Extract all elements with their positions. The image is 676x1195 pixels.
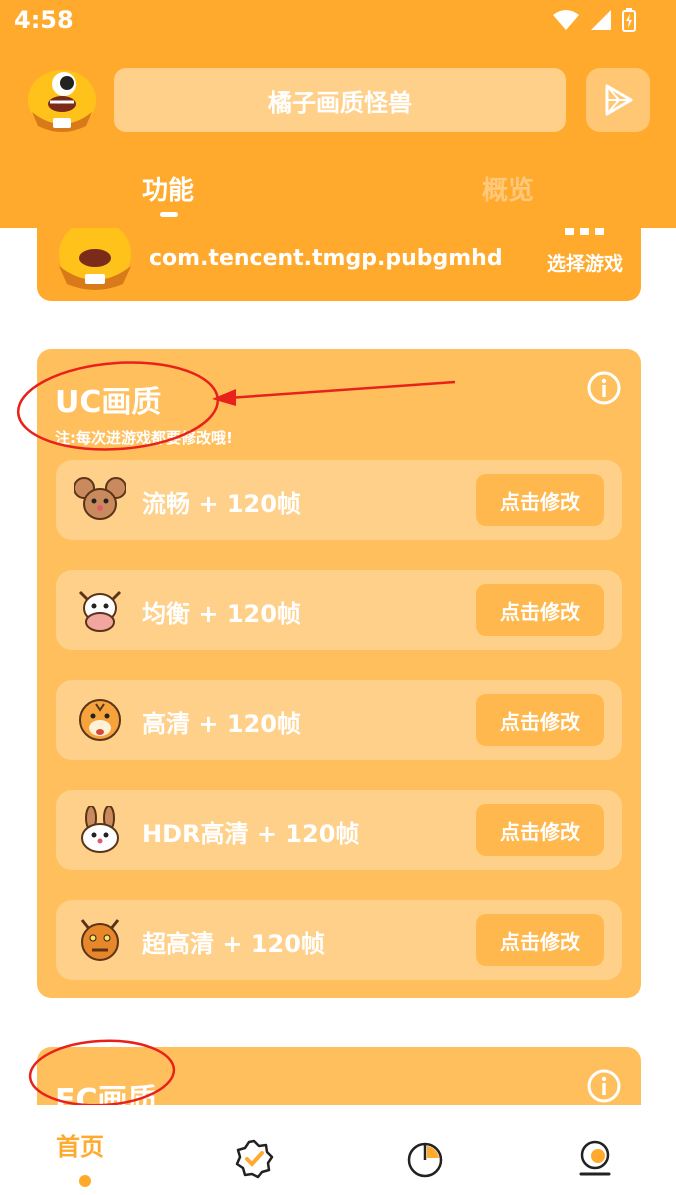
- cow-icon: [78, 590, 122, 632]
- nav-home[interactable]: 首页: [56, 1127, 104, 1162]
- status-icons: [552, 8, 636, 32]
- quality-option-balanced: 均衡 + 120帧 点击修改: [56, 570, 622, 650]
- app-avatar[interactable]: [26, 66, 98, 134]
- quality-option-smooth: 流畅 + 120帧 点击修改: [56, 460, 622, 540]
- tab-features[interactable]: 功能: [142, 170, 194, 207]
- option-label: 流畅 + 120帧: [142, 490, 301, 518]
- status-time: 4:58: [14, 6, 74, 34]
- uc-card-note: 注:每次进游戏都要修改哦!: [55, 429, 233, 447]
- modify-button-hdr[interactable]: 点击修改: [476, 804, 604, 856]
- battery-icon: [622, 8, 636, 32]
- bottom-navigation: 首页: [0, 1105, 676, 1195]
- info-icon[interactable]: [587, 1069, 621, 1103]
- game-package-name: com.tencent.tmgp.pubgmhd: [149, 246, 503, 271]
- quality-option-hdr: HDR高清 + 120帧 点击修改: [56, 790, 622, 870]
- option-label: 均衡 + 120帧: [142, 600, 301, 628]
- modify-button-ultra[interactable]: 点击修改: [476, 914, 604, 966]
- play-button[interactable]: [586, 68, 650, 132]
- nav-pie-chart-icon[interactable]: [405, 1139, 445, 1179]
- wifi-icon: [553, 10, 579, 30]
- modify-button-smooth[interactable]: 点击修改: [476, 474, 604, 526]
- dragon-icon: [80, 919, 120, 961]
- tab-indicator: [160, 212, 178, 217]
- nav-profile-icon[interactable]: [575, 1139, 615, 1179]
- modify-button-balanced[interactable]: 点击修改: [476, 584, 604, 636]
- tiger-icon: [79, 699, 121, 741]
- nav-badge-check-icon[interactable]: [234, 1139, 274, 1179]
- nav-active-dot: [79, 1175, 91, 1187]
- app-header: 4:58 橘子画质怪兽 功能 概览: [0, 0, 676, 228]
- app-title-bar[interactable]: 橘子画质怪兽: [114, 68, 566, 132]
- select-game-label: 选择游戏: [546, 253, 623, 275]
- uc-quality-card: UC画质 注:每次进游戏都要修改哦! 流畅 + 120帧 点击修改 均衡 + 1…: [37, 349, 641, 998]
- select-game-button[interactable]: 选择游戏: [547, 226, 623, 276]
- signal-icon: [591, 10, 611, 30]
- option-label: 高清 + 120帧: [142, 710, 301, 738]
- mouse-icon: [74, 477, 126, 520]
- option-label: HDR高清 + 120帧: [142, 820, 360, 848]
- rabbit-icon: [81, 806, 119, 853]
- status-bar: 4:58: [0, 0, 676, 44]
- option-label: 超高清 + 120帧: [142, 930, 325, 958]
- play-icon: [605, 84, 633, 116]
- app-title: 橘子画质怪兽: [268, 88, 412, 117]
- modify-button-hd[interactable]: 点击修改: [476, 694, 604, 746]
- uc-card-title: UC画质: [55, 385, 162, 420]
- quality-option-hd: 高清 + 120帧 点击修改: [56, 680, 622, 760]
- quality-option-ultra: 超高清 + 120帧 点击修改: [56, 900, 622, 980]
- info-icon[interactable]: [587, 371, 621, 405]
- tab-overview[interactable]: 概览: [482, 170, 534, 207]
